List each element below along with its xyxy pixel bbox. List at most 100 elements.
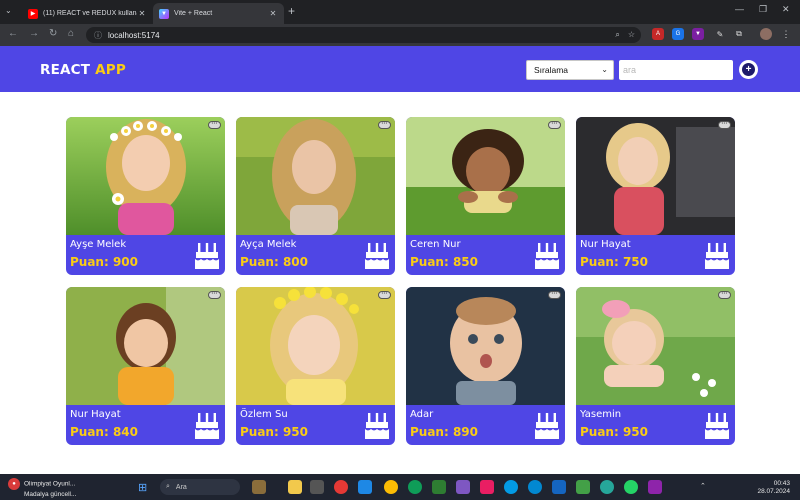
taskbar-search-label: Ara — [175, 483, 187, 491]
brand-accent-text: APP — [95, 62, 126, 78]
new-tab-icon[interactable]: + — [288, 4, 295, 18]
sort-select[interactable]: Sıralama ⌄ — [526, 60, 614, 80]
clock-date: 28.07.2024 — [757, 488, 790, 495]
app-icon[interactable] — [456, 480, 470, 494]
child-photo — [576, 287, 735, 405]
child-card[interactable]: ··· Nur Hayat Puan: 840 — [66, 287, 225, 445]
extensions-puzzle-icon[interactable]: ⧉ — [733, 28, 745, 40]
child-photo — [576, 117, 735, 235]
chevron-down-icon: ⌄ — [601, 65, 608, 74]
close-tab-icon[interactable]: ✕ — [268, 9, 278, 18]
sort-select-value: Sıralama — [534, 65, 569, 75]
forward-icon[interactable]: → — [29, 28, 39, 39]
app-icon[interactable] — [504, 480, 518, 494]
more-options-icon[interactable]: ··· — [548, 121, 561, 129]
birthday-cake-icon[interactable] — [195, 241, 219, 269]
birthday-cake-icon[interactable] — [705, 411, 729, 439]
clock[interactable]: 00:43 28.07.2024 — [757, 480, 790, 496]
child-name: Ayşe Melek — [70, 239, 127, 250]
translate-extension-icon[interactable]: G — [672, 28, 684, 40]
child-photo — [236, 117, 395, 235]
child-name: Ceren Nur — [410, 239, 461, 250]
child-score: Puan: 890 — [410, 425, 479, 439]
home-icon[interactable]: ⌂ — [68, 28, 74, 39]
pen-extension-icon[interactable]: ✎ — [714, 28, 726, 40]
more-options-icon[interactable]: ··· — [718, 121, 731, 129]
more-options-icon[interactable]: ··· — [378, 291, 391, 299]
more-options-icon[interactable]: ··· — [208, 291, 221, 299]
tab-search-icon[interactable]: ⌄ — [5, 6, 12, 15]
child-photo — [236, 287, 395, 405]
minimize-icon[interactable]: — — [735, 4, 744, 14]
app-icon[interactable] — [600, 480, 614, 494]
birthday-cake-icon[interactable] — [535, 411, 559, 439]
browser-tab-vite[interactable]: ▼ Vite + React ✕ — [153, 3, 284, 24]
more-options-icon[interactable]: ··· — [378, 121, 391, 129]
birthday-cake-icon[interactable] — [535, 241, 559, 269]
telegram-icon[interactable] — [528, 480, 542, 494]
add-button[interactable]: + — [739, 60, 758, 79]
child-score: Puan: 850 — [410, 255, 479, 269]
profile-avatar[interactable] — [760, 28, 772, 40]
birthday-cake-icon[interactable] — [195, 411, 219, 439]
news-widget[interactable]: ● Olimpiyat Oyunl... Madalya güncell... — [8, 478, 76, 499]
news-title: Olimpiyat Oyunl... — [24, 480, 76, 488]
child-card[interactable]: ··· Ayça Melek Puan: 800 — [236, 117, 395, 275]
tab-title: Vite + React — [174, 10, 213, 17]
more-options-icon[interactable]: ··· — [208, 121, 221, 129]
edge-icon[interactable] — [408, 480, 422, 494]
zoom-icon[interactable]: ⌕ — [615, 30, 619, 40]
system-tray-chevron-icon[interactable]: ⌃ — [700, 482, 706, 490]
app-icon[interactable] — [480, 480, 494, 494]
adblock-extension-icon[interactable]: A — [652, 28, 664, 40]
child-card[interactable]: ··· Özlem Su Puan: 950 — [236, 287, 395, 445]
windows-start-icon[interactable]: ⊞ — [138, 481, 147, 494]
more-options-icon[interactable]: ··· — [718, 291, 731, 299]
terminal-icon[interactable] — [432, 480, 446, 494]
child-card[interactable]: ··· Ayşe Melek Puan: 900 — [66, 117, 225, 275]
child-card[interactable]: ··· Nur Hayat Puan: 750 — [576, 117, 735, 275]
child-photo — [406, 287, 565, 405]
url-field[interactable]: ⓘ localhost:5174 ⌕ ☆ — [86, 27, 641, 43]
child-name: Nur Hayat — [580, 239, 631, 250]
app-icon[interactable] — [576, 480, 590, 494]
birthday-cake-icon[interactable] — [365, 241, 389, 269]
child-card[interactable]: ··· Ceren Nur Puan: 850 — [406, 117, 565, 275]
browser-tab-youtube[interactable]: ▶ (11) REACT ve REDUX kullanarak ✕ — [22, 3, 153, 24]
close-tab-icon[interactable]: ✕ — [137, 9, 147, 18]
search-input[interactable] — [619, 60, 733, 80]
whatsapp-icon[interactable] — [624, 480, 638, 494]
browser-address-bar: ← → ↻ ⌂ ⓘ localhost:5174 ⌕ ☆ A G ▼ ✎ ⧉ ⋮ — [0, 24, 800, 46]
news-widget-icon: ● — [8, 478, 20, 490]
bookmark-star-icon[interactable]: ☆ — [628, 30, 635, 40]
close-window-icon[interactable]: ✕ — [782, 4, 790, 15]
child-name: Yasemin — [580, 409, 622, 420]
file-explorer-icon[interactable] — [288, 480, 302, 494]
child-card[interactable]: ··· Adar Puan: 890 — [406, 287, 565, 445]
reload-icon[interactable]: ↻ — [49, 28, 57, 39]
vite-app-icon[interactable] — [648, 480, 662, 494]
maximize-icon[interactable]: ❐ — [759, 4, 767, 15]
brand-logo: REACT APP — [40, 62, 126, 78]
birthday-cake-icon[interactable] — [705, 241, 729, 269]
app-icon[interactable] — [310, 480, 324, 494]
widget-app-icon[interactable] — [252, 480, 266, 494]
child-name: Ayça Melek — [240, 239, 297, 250]
back-icon[interactable]: ← — [8, 28, 18, 39]
birthday-cake-icon[interactable] — [365, 411, 389, 439]
child-card[interactable]: ··· Yasemin Puan: 950 — [576, 287, 735, 445]
child-name: Özlem Su — [240, 409, 288, 420]
site-info-icon[interactable]: ⓘ — [94, 30, 102, 41]
browser-menu-icon[interactable]: ⋮ — [780, 28, 792, 40]
child-name: Adar — [410, 409, 434, 420]
extension-icon[interactable]: ▼ — [692, 28, 704, 40]
more-options-icon[interactable]: ··· — [548, 291, 561, 299]
vscode-icon[interactable] — [358, 480, 372, 494]
taskbar-search[interactable]: ⌕ Ara — [160, 479, 240, 495]
opera-icon[interactable] — [334, 480, 348, 494]
child-score: Puan: 750 — [580, 255, 649, 269]
chrome-icon[interactable] — [384, 480, 398, 494]
child-score: Puan: 900 — [70, 255, 139, 269]
os-taskbar: ● Olimpiyat Oyunl... Madalya güncell... ⊞… — [0, 474, 800, 500]
outlook-icon[interactable] — [552, 480, 566, 494]
